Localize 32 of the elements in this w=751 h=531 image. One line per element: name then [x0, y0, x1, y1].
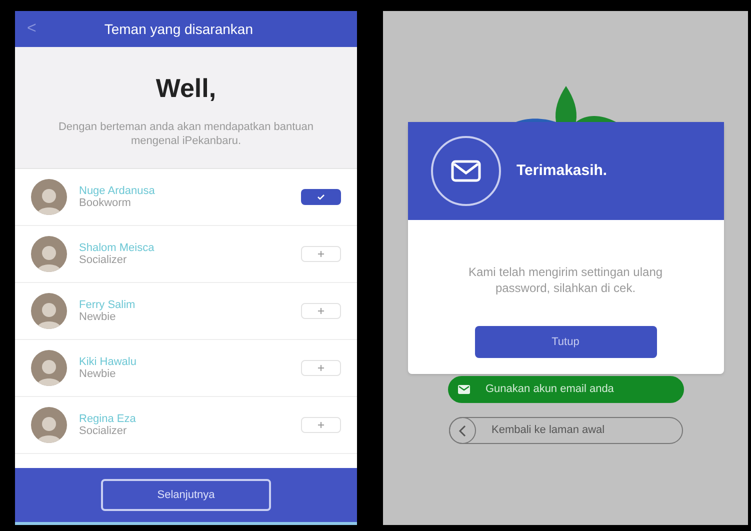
screen-title: Teman yang disarankan — [103, 20, 254, 39]
next-button[interactable]: Selanjutnya — [101, 479, 271, 511]
mail-icon — [430, 136, 500, 206]
back-to-start-button[interactable]: Kembali ke laman awal — [448, 417, 682, 444]
dialog-message: Kami telah mengirim settingan ulang password, silahkan di cek. — [467, 264, 664, 296]
check-icon — [317, 194, 325, 200]
plus-icon — [318, 422, 324, 428]
friend-name: Shalom Meisca — [79, 242, 156, 254]
back-button[interactable]: < — [27, 17, 36, 41]
plus-icon — [318, 365, 324, 371]
plus-icon — [318, 308, 324, 314]
friend-role: Newbie — [79, 311, 117, 323]
close-button[interactable]: Tutup — [474, 326, 656, 358]
friend-name: Kiki Hawalu — [79, 356, 138, 368]
friend-name: Regina Eza — [79, 413, 137, 425]
friend-name: Nuge Ardanusa — [79, 185, 156, 197]
select-toggle[interactable] — [301, 189, 341, 205]
friend-role: Newbie — [79, 368, 117, 380]
intro-text: Dengan berteman anda akan mendapatkan bantuan mengenal iPekanbaru. — [57, 120, 315, 148]
friend-role: Socializer — [79, 425, 128, 437]
dialog-title: Terimakasih. — [516, 160, 608, 181]
select-toggle[interactable] — [301, 246, 341, 262]
friend-name: Ferry Salim — [79, 299, 136, 311]
mail-icon — [458, 385, 470, 394]
friend-role: Bookworm — [79, 197, 132, 209]
friend-role: Socializer — [79, 254, 128, 266]
email-button[interactable]: Gunakan akun email anda — [448, 376, 684, 403]
select-toggle[interactable] — [301, 303, 341, 319]
plus-icon — [318, 251, 324, 257]
select-toggle[interactable] — [301, 417, 341, 433]
intro-heading: Well, — [156, 72, 216, 105]
select-toggle[interactable] — [301, 360, 341, 376]
